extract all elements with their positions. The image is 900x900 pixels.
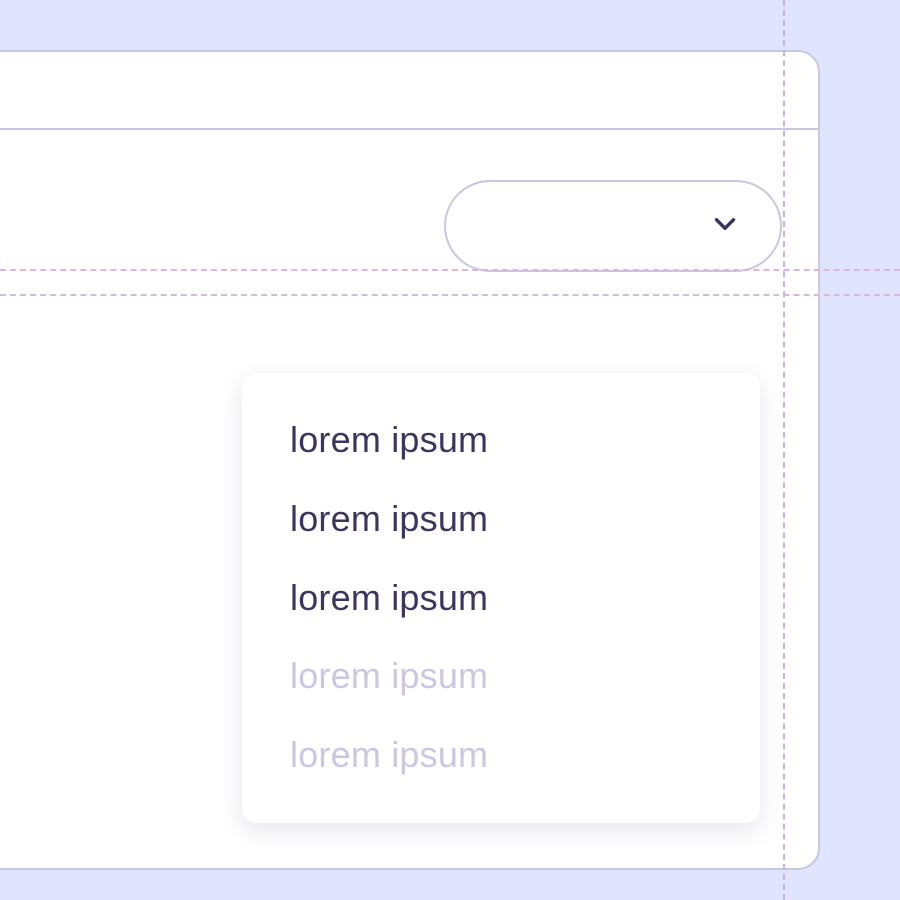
card-body: lorem ipsum lorem ipsum lorem ipsum lore… [0, 130, 818, 272]
card-header [0, 52, 818, 130]
dropdown-option-disabled: lorem ipsum [242, 637, 760, 716]
chevron-down-icon [708, 207, 742, 246]
dropdown-option[interactable]: lorem ipsum [242, 480, 760, 559]
dropdown-option-disabled: lorem ipsum [242, 716, 760, 795]
dropdown-option[interactable]: lorem ipsum [242, 559, 760, 638]
dropdown-menu: lorem ipsum lorem ipsum lorem ipsum lore… [242, 373, 760, 823]
card-panel: lorem ipsum lorem ipsum lorem ipsum lore… [0, 50, 820, 870]
dropdown-trigger[interactable] [444, 180, 782, 272]
dropdown-option[interactable]: lorem ipsum [242, 401, 760, 480]
